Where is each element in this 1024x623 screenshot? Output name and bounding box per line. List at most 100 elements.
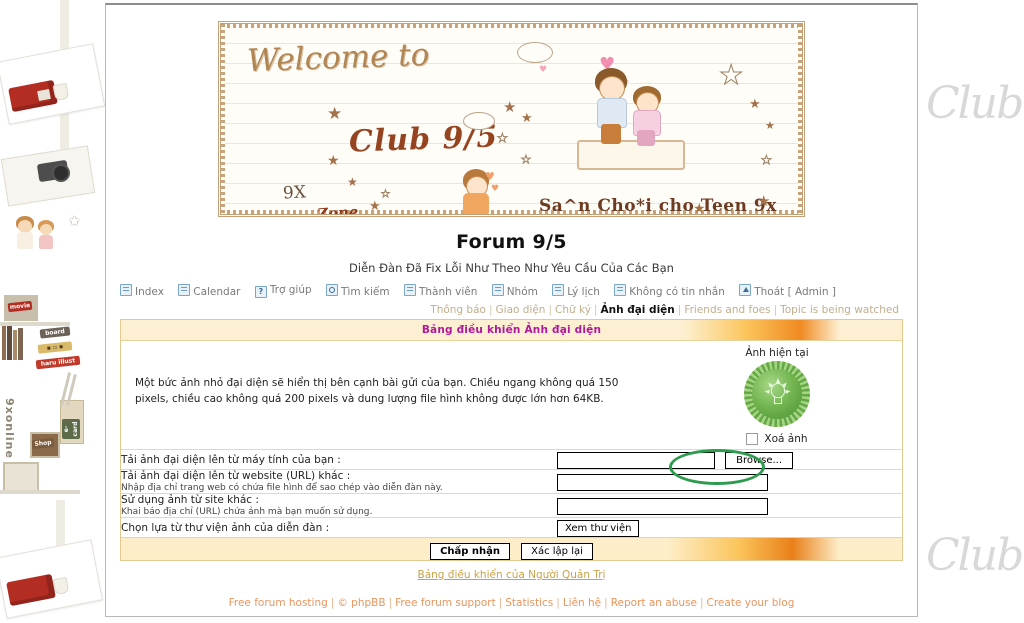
wallpaper-book <box>13 330 17 360</box>
footer-link-create-blog[interactable]: Create your blog <box>707 597 795 609</box>
remote-image-field-cell <box>557 493 902 518</box>
nav-item-profile[interactable]: Lý lịch <box>552 284 600 298</box>
footer-separator: | <box>388 597 393 609</box>
avatar-badge-inner <box>752 369 802 419</box>
gallery-label-cell: Chọn lựa từ thư viện ảnh của diễn đàn : <box>121 517 557 537</box>
subnav-separator: | <box>488 304 493 316</box>
page-footer: Free forum hosting | © phpBB | Free forum su… <box>106 597 917 609</box>
banner-chibi-couple <box>573 62 685 174</box>
nav-label[interactable]: Trợ giúp <box>270 284 312 296</box>
nav-label[interactable]: Thành viên <box>419 286 477 298</box>
subnav-item-friends-foes[interactable]: Friends and foes <box>684 304 770 316</box>
wallpaper-vertical-label: 9xonline <box>3 398 16 459</box>
wallpaper-star-icon: ✩ <box>68 212 81 230</box>
wallpaper-watermark: Club <box>926 530 1024 581</box>
delete-avatar-row[interactable]: Xoá ảnh <box>652 433 902 445</box>
upload-local-file-input[interactable] <box>557 452 715 469</box>
search-icon <box>326 284 339 296</box>
subnav-item-watched-topics[interactable]: Topic is being watched <box>780 304 899 316</box>
banner-image: Welcome to Club 9/5 9X Zone Sa^n Cho*i c… <box>218 21 805 217</box>
wallpaper-chibi-pair <box>10 214 66 258</box>
avatar-rules-text: Một bức ảnh nhỏ đại diện sẽ hiển thị bên… <box>135 377 619 406</box>
nav-label[interactable]: Không có tin nhắn <box>629 286 725 298</box>
nav-item-members[interactable]: Thành viên <box>403 284 477 298</box>
subnav-item-avatar[interactable]: Ảnh đại diện <box>600 304 674 316</box>
upload-url-input[interactable] <box>557 474 768 491</box>
banner-9x-text: 9X <box>282 182 307 204</box>
delete-avatar-checkbox[interactable] <box>746 433 759 445</box>
wallpaper-watermark: Club <box>926 78 1024 129</box>
submit-button[interactable]: Chấp nhận <box>430 543 511 560</box>
footer-link-support[interactable]: Free forum support <box>395 597 496 609</box>
panel-header: Bảng điều khiển Ảnh đại diện <box>121 320 902 341</box>
star-icon: ★ <box>327 153 340 169</box>
nav-label[interactable]: Nhóm <box>507 286 538 298</box>
footer-link-free-hosting[interactable]: Free forum hosting <box>229 597 328 609</box>
admin-cp-row: Bảng điều khiển của Người Quản Trị <box>106 569 917 581</box>
nav-item-logout[interactable]: Thoát [ Admin ] <box>739 284 836 298</box>
wallpaper-left-strip: ✩ movie board ▪ ▫ ▪ haru illust 9xonline… <box>0 0 108 623</box>
forum-page-frame: Welcome to Club 9/5 9X Zone Sa^n Cho*i c… <box>105 3 918 617</box>
star-icon: ★ <box>503 98 517 116</box>
wallpaper-right-strip: Club Club <box>920 0 1024 623</box>
subnav-item-announcements[interactable]: Thông báo <box>430 304 486 316</box>
nav-item-groups[interactable]: Nhóm <box>491 284 538 298</box>
banner-edge-top <box>221 24 802 28</box>
footer-separator: | <box>556 597 560 609</box>
wallpaper-shelf <box>0 490 80 494</box>
admin-cp-link[interactable]: Bảng điều khiển của Người Quản Trị <box>418 569 606 581</box>
footer-link-phpbb[interactable]: © phpBB <box>337 597 385 609</box>
subnav-separator: | <box>548 304 553 316</box>
nav-item-index[interactable]: Index <box>120 284 164 298</box>
subnav-item-interface[interactable]: Giao diện <box>496 304 546 316</box>
remote-image-label-cell: Sử dụng ảnh từ site khác : Khai báo địa … <box>121 493 557 518</box>
table-row: Tải ảnh đại diện lên từ website (URL) kh… <box>121 469 902 494</box>
subnav-item-signature[interactable]: Chữ ký <box>555 304 591 316</box>
banner-edge-right <box>798 24 802 214</box>
remote-image-label: Sử dụng ảnh từ site khác : <box>121 494 259 506</box>
wallpaper-tag-extra: ▪ ▫ ▪ <box>37 341 73 354</box>
lightbulb-icon <box>764 378 791 407</box>
banner-zone-text: Zone <box>316 202 359 217</box>
reset-button[interactable]: Xác lập lại <box>521 543 593 560</box>
remote-image-input[interactable] <box>557 498 768 515</box>
upload-url-label: Tải ảnh đại diện lên từ website (URL) kh… <box>121 470 351 482</box>
delete-avatar-label: Xoá ảnh <box>764 433 808 445</box>
subnav-separator: | <box>593 304 598 316</box>
upload-url-field-cell <box>557 469 902 494</box>
banner-chibi-girl: ♥ ♥ <box>457 169 503 214</box>
browse-button[interactable]: Browse... <box>725 452 794 469</box>
star-icon: ★ <box>497 131 509 145</box>
footer-separator: | <box>330 597 335 609</box>
nav-item-search[interactable]: Tìm kiếm <box>326 284 390 298</box>
footer-separator: | <box>604 597 608 609</box>
remote-image-hint: Khai báo địa chỉ (URL) chứa ảnh mà bạn m… <box>121 507 373 517</box>
avatar-form-table: Tải ảnh đại diện lên từ máy tính của bạn… <box>121 449 902 537</box>
view-gallery-button[interactable]: Xem thư viện <box>557 520 640 537</box>
wallpaper-photo-frame <box>3 462 39 492</box>
wallpaper-camera-lens <box>52 164 70 182</box>
nav-label[interactable]: Thoát [ Admin ] <box>754 286 836 298</box>
upload-local-label: Tải ảnh đại diện lên từ máy tính của bạn… <box>121 453 341 466</box>
upload-local-field-cell: Browse... <box>557 449 902 470</box>
star-icon: ★ <box>765 119 775 132</box>
upload-url-hint: Nhập địa chỉ trang web có chứa file hình… <box>121 483 443 493</box>
table-row: Chọn lựa từ thư viện ảnh của diễn đàn : … <box>121 517 902 537</box>
nav-item-messages[interactable]: Không có tin nhắn <box>614 284 725 298</box>
nav-item-calendar[interactable]: Calendar <box>178 284 240 298</box>
members-icon <box>403 284 416 296</box>
nav-label[interactable]: Calendar <box>193 286 240 298</box>
footer-link-statistics[interactable]: Statistics <box>505 597 553 609</box>
profile-icon <box>552 284 565 296</box>
footer-link-contact[interactable]: Liên hệ <box>563 597 601 609</box>
footer-link-report-abuse[interactable]: Report an abuse <box>611 597 697 609</box>
profile-subnav: Thông báo | Giao diện | Chữ ký | Ảnh đại diện |… <box>106 304 899 316</box>
table-row: Sử dụng ảnh từ site khác : Khai báo địa … <box>121 493 902 518</box>
nav-item-help[interactable]: Trợ giúp <box>254 284 312 298</box>
nav-label[interactable]: Index <box>135 286 164 298</box>
wallpaper-tag-ecard: e-card <box>62 419 80 439</box>
calendar-icon <box>178 284 191 296</box>
nav-label[interactable]: Tìm kiếm <box>341 286 390 298</box>
nav-label[interactable]: Lý lịch <box>567 286 600 298</box>
current-avatar-column: Ảnh hiện tại Xoá ảnh <box>652 341 902 449</box>
